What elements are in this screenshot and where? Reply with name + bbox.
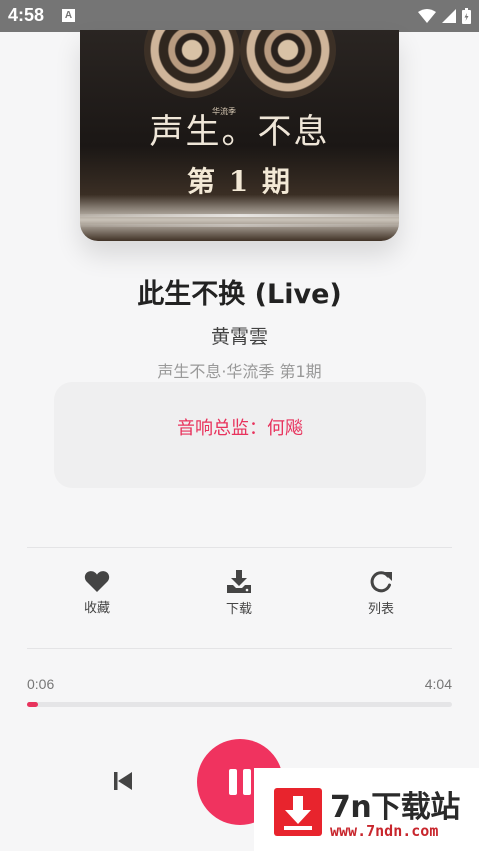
cover-show-title: 声生。不息 <box>149 112 330 152</box>
favorite-button[interactable]: 收藏 <box>57 570 137 616</box>
cover-reel-left-icon <box>144 30 240 98</box>
download-button[interactable]: 下载 <box>199 570 279 617</box>
playlist-button[interactable]: 列表 <box>341 570 421 617</box>
status-bar: 4:58 A <box>0 0 479 32</box>
watermark-url: www.7ndn.com <box>330 822 439 840</box>
watermark-brand: 7n下载站 <box>330 790 460 825</box>
song-title: 此生不换 (Live) <box>137 279 342 310</box>
cover-reel-right-icon <box>240 30 336 98</box>
cover-episode: 第 1 期 <box>187 165 292 198</box>
progress-fill <box>27 702 38 707</box>
playlist-label: 列表 <box>367 602 394 617</box>
album-cover: 华流季 声生。不息 第 1 期 <box>80 30 399 241</box>
download-arrow-icon <box>284 796 312 830</box>
download-icon <box>227 570 251 593</box>
notification-a-icon: A <box>62 9 75 22</box>
progress-slider[interactable] <box>27 702 452 707</box>
credits-card: 音响总监：何飚 <box>54 382 426 488</box>
total-time: 4:04 <box>424 676 452 692</box>
battery-icon <box>462 8 471 24</box>
download-label: 下载 <box>225 602 252 617</box>
watermark-logo <box>274 788 322 836</box>
previous-button[interactable] <box>108 766 138 796</box>
song-artist[interactable]: 黄霄雲 <box>0 322 479 349</box>
heart-icon <box>84 571 110 592</box>
skip-previous-icon <box>114 772 132 790</box>
site-watermark: 7n下载站 www.7ndn.com <box>254 768 479 851</box>
status-icons <box>418 8 471 24</box>
favorite-label: 收藏 <box>83 601 110 616</box>
pause-icon <box>229 769 251 795</box>
cover-streak <box>80 214 399 217</box>
current-time: 0:06 <box>27 676 55 692</box>
song-album[interactable]: 声生不息·华流季 第1期 <box>0 358 479 382</box>
wifi-icon <box>418 9 436 23</box>
divider <box>27 547 452 548</box>
repeat-icon <box>370 571 392 593</box>
divider <box>27 648 452 649</box>
status-time: 4:58 <box>8 5 45 25</box>
cover-streak <box>80 224 399 227</box>
signal-icon <box>442 9 456 23</box>
credit-text: 音响总监：何飚 <box>177 418 303 439</box>
